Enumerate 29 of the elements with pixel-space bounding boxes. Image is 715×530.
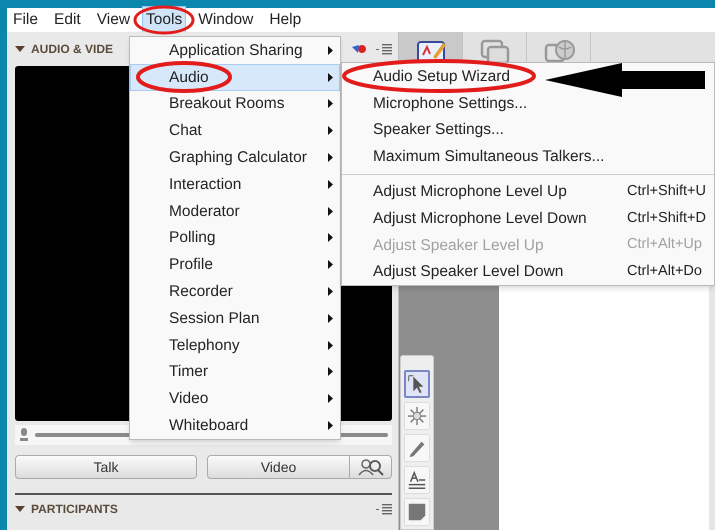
- panel-title: AUDIO & VIDE: [31, 41, 114, 58]
- menu-item[interactable]: Adjust Speaker Level Down Ctrl+Alt+Do: [342, 258, 714, 286]
- menu-item[interactable]: Polling: [130, 224, 340, 252]
- menu-item[interactable]: Microphone Settings...: [342, 90, 714, 117]
- video-button[interactable]: Video: [207, 455, 350, 479]
- menu-item[interactable]: Maximum Simultaneous Talkers...: [342, 143, 714, 170]
- menu-item[interactable]: Telephony: [130, 332, 340, 359]
- menu-item[interactable]: Interaction: [130, 170, 340, 198]
- menu-bar-item[interactable]: View: [92, 6, 134, 34]
- menu-item[interactable]: Session Plan: [130, 304, 340, 332]
- menu-bar-item[interactable]: File: [9, 6, 42, 34]
- menu-item[interactable]: Application Sharing: [130, 37, 340, 64]
- menu-item[interactable]: Audio Setup Wizard: [342, 63, 714, 90]
- menu-item[interactable]: Breakout Rooms: [130, 90, 340, 118]
- menu-item[interactable]: Moderator: [130, 198, 340, 225]
- panel-title: PARTICIPANTS: [31, 501, 118, 518]
- menu-item[interactable]: Video: [130, 385, 340, 412]
- menu-item[interactable]: Speaker Settings...: [342, 116, 714, 144]
- menu-item[interactable]: Adjust Microphone Level Up Ctrl+Shift+U: [342, 178, 714, 205]
- menu-bar-item[interactable]: Help: [265, 6, 306, 34]
- menu-item[interactable]: Chat: [130, 117, 340, 144]
- menu-bar-item[interactable]: Edit: [50, 6, 85, 34]
- menu-item[interactable]: Timer: [130, 358, 340, 386]
- menu-item[interactable]: Recorder: [130, 278, 340, 305]
- menu-bar-item[interactable]: Window: [194, 6, 258, 34]
- menu-item[interactable]: Profile: [130, 251, 340, 278]
- talk-button[interactable]: Talk: [15, 455, 197, 479]
- menu-item[interactable]: Graphing Calculator: [130, 144, 340, 171]
- menu-item[interactable]: Adjust Microphone Level Down Ctrl+Shift+D: [342, 204, 714, 232]
